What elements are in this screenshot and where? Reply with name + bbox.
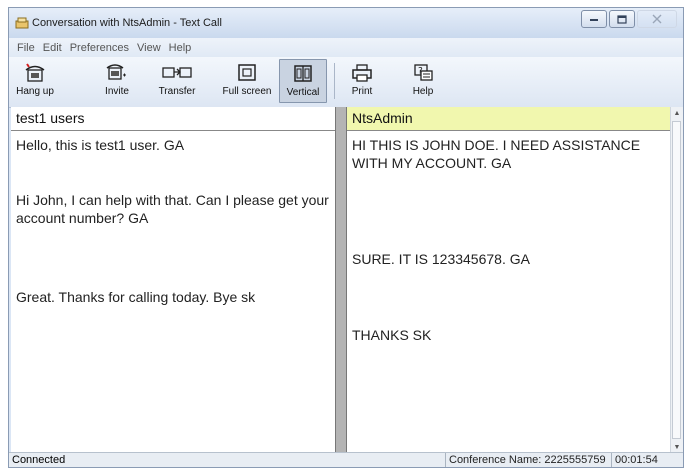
vertical-split-icon <box>294 65 312 82</box>
hang-up-label: Hang up <box>16 86 54 97</box>
hang-up-button[interactable]: Hang up <box>13 59 57 103</box>
menu-help[interactable]: Help <box>165 42 196 54</box>
vertical-scrollbar[interactable]: ▲ ▼ <box>670 107 683 455</box>
help-button[interactable]: ? Help <box>405 59 441 103</box>
connection-status: Connected <box>12 454 66 466</box>
pane-splitter[interactable] <box>336 107 346 455</box>
remote-message: SURE. IT IS 123345678. GA <box>352 251 530 267</box>
full-screen-label: Full screen <box>222 86 272 97</box>
menu-file[interactable]: File <box>13 42 39 54</box>
invite-button[interactable]: Invite <box>99 59 135 103</box>
transfer-button[interactable]: Transfer <box>155 59 199 103</box>
text-call-window: Conversation with NtsAdmin - Text Call F… <box>8 7 684 468</box>
transfer-icon <box>162 67 192 78</box>
call-timer: 00:01:54 <box>611 453 660 467</box>
full-screen-button[interactable]: Full screen <box>219 59 275 103</box>
invite-icon <box>106 64 126 80</box>
app-icon <box>15 17 29 29</box>
window-title: Conversation with NtsAdmin - Text Call <box>32 17 222 29</box>
status-bar: Connected Conference Name: 2225555759 00… <box>9 452 683 467</box>
transfer-label: Transfer <box>158 86 196 97</box>
remote-message: HI THIS IS JOHN DOE. I NEED ASSISTANCE W… <box>352 137 641 171</box>
toolbar-separator <box>334 63 335 99</box>
scroll-up-arrow-icon[interactable]: ▲ <box>673 110 681 118</box>
scroll-thumb[interactable] <box>672 121 681 439</box>
menu-preferences[interactable]: Preferences <box>66 42 133 54</box>
menu-view[interactable]: View <box>133 42 165 54</box>
print-button[interactable]: Print <box>344 59 380 103</box>
local-user-pane[interactable]: test1 users Hello, this is test1 user. G… <box>11 107 336 455</box>
invite-label: Invite <box>105 86 129 97</box>
toolbar: Hang up Invite Transfer Full screen Vert… <box>9 57 683 108</box>
remote-user-pane[interactable]: NtsAdmin HI THIS IS JOHN DOE. I NEED ASS… <box>346 107 674 455</box>
window-controls <box>581 10 677 30</box>
title-bar: Conversation with NtsAdmin - Text Call <box>9 8 683 38</box>
vertical-label: Vertical <box>286 87 320 98</box>
local-message: Great. Thanks for calling today. Bye sk <box>16 289 256 305</box>
remote-user-header: NtsAdmin <box>347 107 674 131</box>
printer-icon <box>352 64 372 82</box>
local-user-header: test1 users <box>11 107 335 131</box>
conference-name: Conference Name: 2225555759 <box>445 453 609 467</box>
print-label: Print <box>351 86 373 97</box>
maximize-icon <box>617 14 627 24</box>
conversation-area: test1 users Hello, this is test1 user. G… <box>11 107 681 455</box>
close-button[interactable] <box>637 10 677 28</box>
help-icon: ? <box>414 64 433 81</box>
local-message: Hi John, I can help with that. Can I ple… <box>16 192 329 226</box>
full-screen-icon <box>238 64 256 81</box>
help-label: Help <box>412 86 434 97</box>
phone-hangup-icon <box>25 63 45 82</box>
minimize-icon <box>590 19 598 21</box>
vertical-button[interactable]: Vertical <box>279 59 327 103</box>
menu-edit[interactable]: Edit <box>39 42 66 54</box>
close-icon <box>652 14 662 24</box>
local-message: Hello, this is test1 user. GA <box>16 137 185 153</box>
scroll-down-arrow-icon[interactable]: ▼ <box>673 444 681 452</box>
maximize-button[interactable] <box>609 10 635 28</box>
remote-message: THANKS SK <box>352 327 432 343</box>
menu-bar: File Edit Preferences View Help <box>9 38 683 57</box>
minimize-button[interactable] <box>581 10 607 28</box>
